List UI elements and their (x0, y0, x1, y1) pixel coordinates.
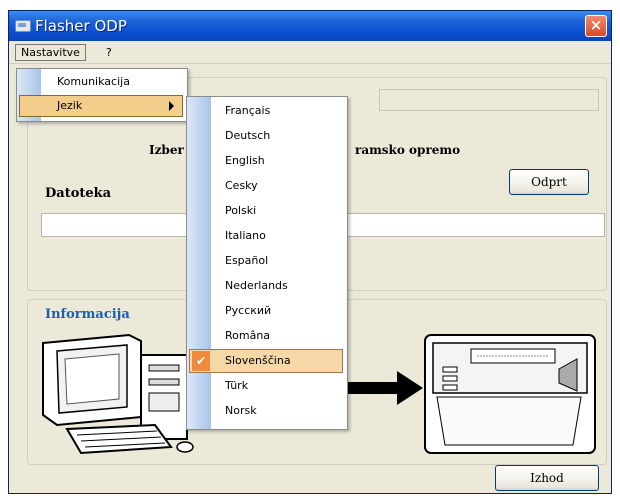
close-button[interactable]: × (585, 15, 607, 37)
menu-help[interactable]: ? (101, 44, 117, 61)
checkmark-icon: ✔ (192, 351, 210, 371)
language-menu: Français Deutsch English Cesky Polski It… (186, 96, 348, 430)
language-item[interactable]: Nederlands (189, 274, 343, 298)
language-item[interactable]: Français (189, 99, 343, 123)
settings-menu: Komunikacija Jezik (16, 68, 188, 122)
language-item[interactable]: Deutsch (189, 124, 343, 148)
menu-item-jezik-label: Jezik (57, 99, 83, 112)
menu-item-komunikacija[interactable]: Komunikacija (19, 71, 183, 93)
menu-item-jezik[interactable]: Jezik (19, 95, 183, 117)
computer-illustration (42, 333, 194, 455)
menu-bar: Nastavitve ? (9, 41, 611, 64)
language-item[interactable]: Italiano (189, 224, 343, 248)
language-item[interactable]: English (189, 149, 343, 173)
app-icon (15, 20, 31, 32)
language-item[interactable]: Türk (189, 374, 343, 398)
language-item[interactable]: Русский (189, 299, 343, 323)
status-field (379, 89, 599, 111)
heading-left: Izber (149, 143, 184, 157)
language-item[interactable]: Norsk (189, 399, 343, 423)
open-button[interactable]: Odprt (509, 169, 589, 195)
language-item-label: Slovenščina (225, 354, 291, 367)
device-illustration (424, 334, 596, 454)
menu-nastavitve[interactable]: Nastavitve (15, 44, 86, 61)
exit-button[interactable]: Izhod (495, 465, 599, 491)
submenu-arrow-icon (169, 101, 174, 111)
window-title: Flasher ODP (35, 17, 127, 35)
transfer-arrow-icon (345, 371, 423, 405)
language-item[interactable]: Polski (189, 199, 343, 223)
heading-right: ramsko opremo (355, 143, 461, 157)
file-label: Datoteka (45, 186, 112, 201)
info-label: Informacija (45, 307, 130, 322)
language-item-selected[interactable]: ✔ Slovenščina (189, 349, 343, 373)
language-item[interactable]: Româna (189, 324, 343, 348)
language-item[interactable]: Cesky (189, 174, 343, 198)
language-item[interactable]: Español (189, 249, 343, 273)
title-bar[interactable]: Flasher ODP × (9, 11, 611, 41)
